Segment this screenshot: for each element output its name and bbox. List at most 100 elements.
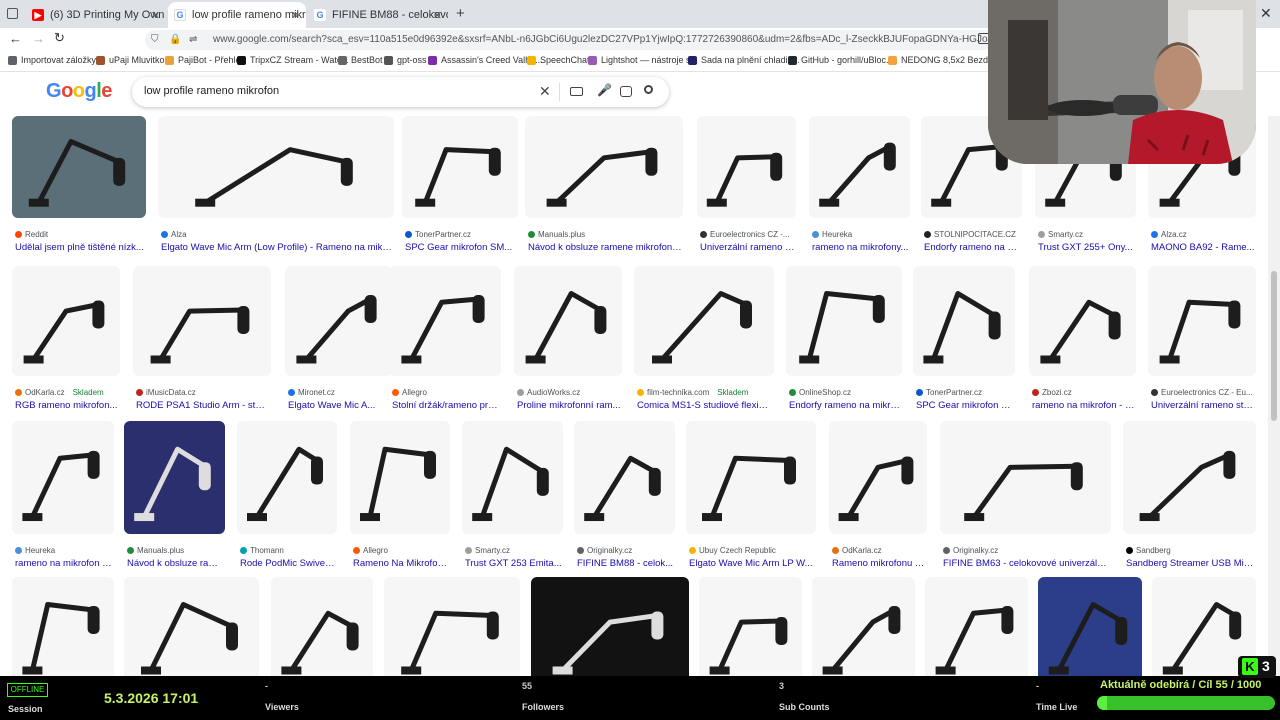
result-source[interactable]: Allegro [392,388,500,397]
result-thumbnail[interactable] [237,421,337,534]
result-thumbnail[interactable] [389,266,501,376]
result-source[interactable]: Zbozi.cz [1032,388,1135,397]
result-thumbnail[interactable] [12,266,120,376]
result-thumbnail[interactable] [1123,421,1256,534]
result-title-link[interactable]: Elgato Wave Mic A... [288,400,391,411]
close-icon[interactable]: ✕ [433,9,442,22]
result-thumbnail[interactable] [285,266,392,376]
bookmark-item[interactable]: PajiBot - Přehled [165,55,246,65]
result-thumbnail[interactable] [812,577,915,676]
result-thumbnail[interactable] [697,116,796,218]
result-thumbnail[interactable] [271,577,373,676]
scrollbar-thumb[interactable] [1271,271,1277,421]
image-result-card[interactable]: Smarty.cz Trust GXT 253 Emita... [462,421,563,572]
result-thumbnail[interactable] [1148,266,1256,376]
result-title-link[interactable]: RGB rameno mikrofon... [15,400,119,411]
image-result-card[interactable]: film-technika.com Skladem Comica MS1-S stu… [634,266,774,414]
result-title-link[interactable]: Elgato Wave Mic Arm LP W... [689,558,815,569]
image-result-card[interactable]: Heureka rameno na mikrofony... [809,116,910,256]
result-title-link[interactable]: Proline mikrofonní ram... [517,400,621,411]
result-source[interactable]: TonerPartner.cz [405,230,517,239]
lock-icon[interactable]: 🔒 [169,30,181,50]
image-result-card[interactable] [384,577,520,676]
result-title-link[interactable]: Trust GXT 253 Emita... [465,558,562,569]
result-thumbnail[interactable] [913,266,1015,376]
result-thumbnail[interactable] [12,116,146,218]
result-source[interactable]: Euroelectronics CZ - Eu... [1151,388,1255,397]
result-source[interactable]: OdKarla.cz Skladem [15,388,119,397]
tab-search-icon[interactable] [7,8,18,19]
result-title-link[interactable]: Návod k obsluze ramene mikrofonu ... [528,242,682,253]
result-source[interactable]: Originalky.cz [577,546,674,555]
bookmark-item[interactable]: SpeechChat [527,55,590,65]
result-source[interactable]: Smarty.cz [1038,230,1135,239]
result-source[interactable]: Ubuy Czech Republic [689,546,815,555]
result-thumbnail[interactable] [1029,266,1136,376]
result-thumbnail[interactable] [158,116,394,218]
search-input[interactable]: low profile rameno mikrofon [144,85,279,97]
result-source[interactable]: Heureka [15,546,113,555]
bookmark-item[interactable]: Sada na plnění chladic... [688,55,800,65]
tab-youtube[interactable]: ▶ (6) 3D Printing My Own Mic Arm ✕ [26,2,166,28]
image-result-card[interactable]: Euroelectronics CZ - Eu... Univerzální ra… [1148,266,1256,414]
image-result-card[interactable] [925,577,1028,676]
image-result-card[interactable]: Manuals.plus Návod k obsluze ram... [124,421,225,572]
bookmark-item[interactable]: gpt-oss [384,55,427,65]
image-result-card[interactable] [124,577,259,676]
result-source[interactable]: Manuals.plus [528,230,682,239]
result-thumbnail[interactable] [699,577,802,676]
image-result-card[interactable]: Ubuy Czech Republic Elgato Wave Mic Arm L… [686,421,816,572]
result-source[interactable]: OdKarla.cz [832,546,926,555]
result-title-link[interactable]: MAONO BA92 - Rame... [1151,242,1255,253]
bookmark-item[interactable]: Assassin's Creed Valha... [428,55,543,65]
result-thumbnail[interactable] [574,421,675,534]
image-result-card[interactable]: Originalky.cz FIFINE BM88 - celok... [574,421,675,572]
result-title-link[interactable]: Endorfy rameno na mikro... [789,400,901,411]
image-result-card[interactable]: iMusicData.cz RODE PSA1 Studio Arm - stol… [133,266,271,414]
image-result-card[interactable] [812,577,915,676]
bookmark-item[interactable]: Importovat záložky... [8,55,103,65]
tab-google-search[interactable]: G low profile rameno mikrofon - G ✕ [168,2,306,28]
result-source[interactable]: Alza.cz [1151,230,1255,239]
result-source[interactable]: Sandberg [1126,546,1255,555]
result-thumbnail[interactable] [925,577,1028,676]
image-result-card[interactable]: Thomann Rode PodMic Swivel ... [237,421,337,572]
bookmark-item[interactable]: NEDONG 8,5x2 Bezdu... [888,55,1001,65]
result-source[interactable]: Mironet.cz [288,388,391,397]
result-title-link[interactable]: FIFINE BM88 - celok... [577,558,674,569]
result-source[interactable]: Reddit [15,230,145,239]
result-source[interactable]: TonerPartner.cz [916,388,1014,397]
result-thumbnail[interactable] [384,577,520,676]
image-result-card[interactable]: Euroelectronics CZ -... Univerzální ramen… [697,116,796,256]
result-title-link[interactable]: Comica MS1-S studiové flexibil... [637,400,773,411]
google-logo[interactable]: Google [46,80,112,103]
result-thumbnail[interactable] [809,116,910,218]
image-result-card[interactable]: OdKarla.cz Skladem RGB rameno mikrofon... [12,266,120,414]
address-bar[interactable]: ⛉ 🔒 ⇌ www.google.com/search?sca_esv=110a… [145,30,995,50]
image-result-card[interactable]: Heureka rameno na mikrofon -... [12,421,114,572]
result-source[interactable]: iMusicData.cz [136,388,270,397]
page-scrollbar[interactable] [1268,116,1280,676]
result-title-link[interactable]: rameno na mikrofon - Z... [1032,400,1135,411]
bookmark-item[interactable]: BestBot [338,55,383,65]
result-thumbnail[interactable] [402,116,518,218]
image-result-card[interactable]: Mironet.cz Elgato Wave Mic A... [285,266,392,414]
image-result-card[interactable] [699,577,802,676]
result-source[interactable]: Manuals.plus [127,546,224,555]
search-icon[interactable] [644,85,653,94]
result-thumbnail[interactable] [786,266,902,376]
clear-icon[interactable]: ✕ [539,83,551,100]
search-box[interactable]: low profile rameno mikrofon ✕ 🎤 [132,77,669,107]
image-result-card[interactable]: Sandberg Sandberg Streamer USB Mic... [1123,421,1256,572]
image-result-card[interactable]: Allegro Rameno Na Mikrofon... [350,421,450,572]
site-settings-icon[interactable]: ⇌ [189,30,197,50]
result-title-link[interactable]: Elgato Wave Mic Arm (Low Profile) - Rame… [161,242,393,253]
image-result-card[interactable]: AudioWorks.cz Proline mikrofonní ram... [514,266,622,414]
result-thumbnail[interactable] [12,577,114,676]
bookmark-item[interactable]: TripxCZ Stream - Watc... [237,55,349,65]
close-icon[interactable]: ✕ [151,9,160,22]
result-thumbnail[interactable] [124,421,225,534]
result-source[interactable]: STOLNIPOCITACE.CZ [924,230,1021,239]
result-source[interactable]: Heureka [812,230,909,239]
result-title-link[interactable]: SPC Gear mikrofon SM... [405,242,517,253]
